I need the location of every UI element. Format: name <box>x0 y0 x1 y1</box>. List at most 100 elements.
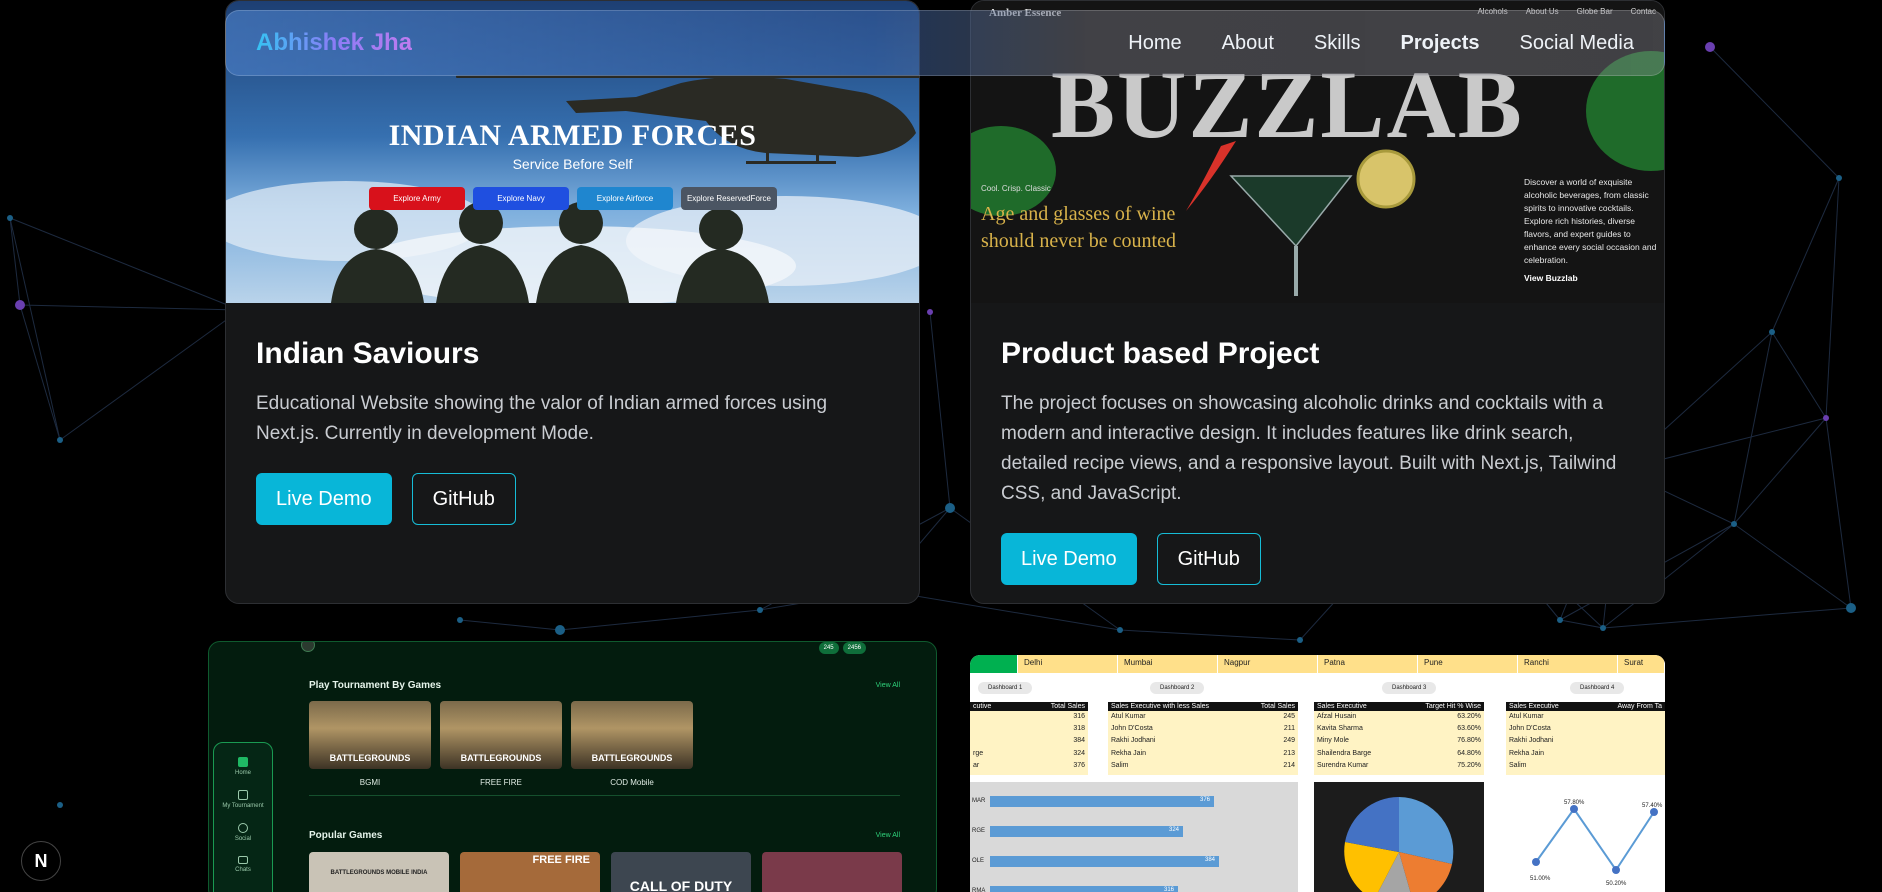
live-demo-button[interactable]: Live Demo <box>256 473 392 525</box>
bar-value-label: 324 <box>1168 827 1179 833</box>
city-header: Ranchi <box>1518 655 1618 673</box>
project-thumbnail-gaming[interactable]: 245 2456 Play Tournament By Games View A… <box>208 641 937 892</box>
view-all-link: View All <box>875 832 900 839</box>
tile-text: BATTLEGROUNDS <box>329 753 411 763</box>
trophy-icon <box>238 790 248 800</box>
network-node <box>555 625 565 635</box>
table-header: Sales Executive with less Sales Total Sal… <box>1108 702 1298 711</box>
gaming-sidebar: Home My Tournament Social Chats <box>213 742 273 892</box>
line-point <box>1570 805 1578 813</box>
table-row: Rekha Jain 213 <box>1108 748 1298 760</box>
sidebar-item-tournament: My Tournament <box>214 790 272 809</box>
pie-chart-panel <box>1314 782 1484 892</box>
nav-links: Home About Skills Projects Social Media <box>1128 32 1634 55</box>
popular-game-tile <box>762 852 902 892</box>
nav-home[interactable]: Home <box>1128 32 1181 55</box>
network-node <box>7 215 13 221</box>
cell: 384 <box>1073 737 1085 745</box>
table-row: Salim <box>1506 760 1665 772</box>
city-header: Mumbai <box>1118 655 1218 673</box>
network-node <box>15 300 25 310</box>
network-line <box>1825 417 1852 609</box>
coin-badge: 2456 <box>842 642 866 654</box>
explore-army-button[interactable]: Explore Army <box>369 187 465 210</box>
network-line <box>1825 177 1840 419</box>
network-line <box>1709 46 1840 179</box>
github-button[interactable]: GitHub <box>411 473 516 525</box>
sidebar-item-chats: Chats <box>214 856 272 873</box>
network-node <box>1557 617 1563 623</box>
line-data-label: 57.40% <box>1642 803 1663 809</box>
cell: 376 <box>1073 761 1085 769</box>
network-node <box>757 607 763 613</box>
project-card-indian-saviours: INDIAN ARMED FORCES Service Before Self … <box>225 0 920 604</box>
line-point <box>1532 858 1540 866</box>
table-row: Rakhi Jodhani <box>1506 735 1665 747</box>
cell: rge <box>973 749 984 757</box>
city-header <box>970 655 1018 673</box>
brand-logo[interactable]: Abhishek Jha <box>256 29 412 57</box>
nav-skills[interactable]: Skills <box>1314 32 1361 55</box>
section-title: Play Tournament By Games <box>309 680 442 691</box>
bar-value-label: 316 <box>1163 887 1174 892</box>
card-body: Product based Project The project focuse… <box>971 303 1664 603</box>
dashboard-tab: Dashboard 4 <box>1570 682 1625 694</box>
project-title: Product based Project <box>1001 337 1320 370</box>
project-card-product-based: Amber Essence Alcohols About Us Globe Ba… <box>970 0 1665 604</box>
game-tile-bgmi: BATTLEGROUNDS <box>309 701 431 769</box>
cell: Miny Mole <box>1317 737 1349 745</box>
network-node <box>1823 415 1829 421</box>
cell: 249 <box>1283 737 1295 745</box>
table-row: John D'Costa 211 <box>1108 723 1298 735</box>
buzzlab-tagline: Cool. Crisp. Classic <box>981 184 1051 193</box>
view-buzzlab-link: View Buzzlab <box>1524 273 1578 283</box>
cell: 318 <box>1073 725 1085 733</box>
network-node <box>927 309 933 315</box>
cell: 63.60% <box>1457 725 1481 733</box>
nextjs-dev-badge[interactable]: N <box>21 841 61 881</box>
cell: 63.20% <box>1457 713 1481 720</box>
navbar: Abhishek Jha Home About Skills Projects … <box>225 10 1665 76</box>
cell: Salim <box>1111 761 1129 769</box>
network-node <box>57 802 63 808</box>
city-header: Patna <box>1318 655 1418 673</box>
line-chart-panel: 51.00% 57.80% 50.20% 57.40% <box>1506 782 1665 892</box>
explore-navy-button[interactable]: Explore Navy <box>473 187 569 210</box>
table-row: ar 376 <box>970 760 1088 772</box>
cell: Atul Kumar <box>1509 713 1544 720</box>
cell: 324 <box>1073 749 1085 757</box>
cell: 64.80% <box>1457 749 1481 757</box>
dashboard-tab: Dashboard 3 <box>1382 682 1437 694</box>
table-row: rge 324 <box>970 748 1088 760</box>
nav-projects[interactable]: Projects <box>1401 32 1480 55</box>
bar-value-label: 384 <box>1204 857 1215 863</box>
sidebar-item-home: Home <box>214 757 272 776</box>
table-header: cutive Total Sales <box>970 702 1088 711</box>
nav-about[interactable]: About <box>1222 32 1274 55</box>
network-line <box>9 217 241 311</box>
card-body: Indian Saviours Educational Website show… <box>226 303 919 559</box>
popular-game-tile: FREE FIRE <box>460 852 600 892</box>
header-cell: Sales Executive <box>1509 703 1559 710</box>
header-cell: Away From Ta <box>1617 703 1662 710</box>
network-line <box>459 619 561 631</box>
line-data-label: 51.00% <box>1530 876 1551 882</box>
project-thumbnail-dashboard[interactable]: Delhi Mumbai Nagpur Patna Pune Ranchi Su… <box>970 655 1665 892</box>
live-demo-button[interactable]: Live Demo <box>1001 533 1137 585</box>
explore-airforce-button[interactable]: Explore Airforce <box>577 187 673 210</box>
project-actions: Live Demo GitHub <box>256 473 889 525</box>
header-cell: Total Sales <box>1260 703 1295 710</box>
network-line <box>1771 331 1827 419</box>
explore-reservedforce-button[interactable]: Explore ReservedForce <box>681 187 777 210</box>
network-node <box>1705 42 1715 52</box>
network-node <box>57 437 63 443</box>
bar-category-label: MAR <box>972 798 986 804</box>
city-header: Nagpur <box>1218 655 1318 673</box>
network-line <box>1119 629 1301 641</box>
line-series <box>1535 807 1655 872</box>
nav-social-media[interactable]: Social Media <box>1519 32 1634 55</box>
github-button[interactable]: GitHub <box>1156 533 1261 585</box>
network-node <box>1731 521 1737 527</box>
game-label: FREE FIRE <box>480 778 522 787</box>
network-node <box>1297 637 1303 643</box>
